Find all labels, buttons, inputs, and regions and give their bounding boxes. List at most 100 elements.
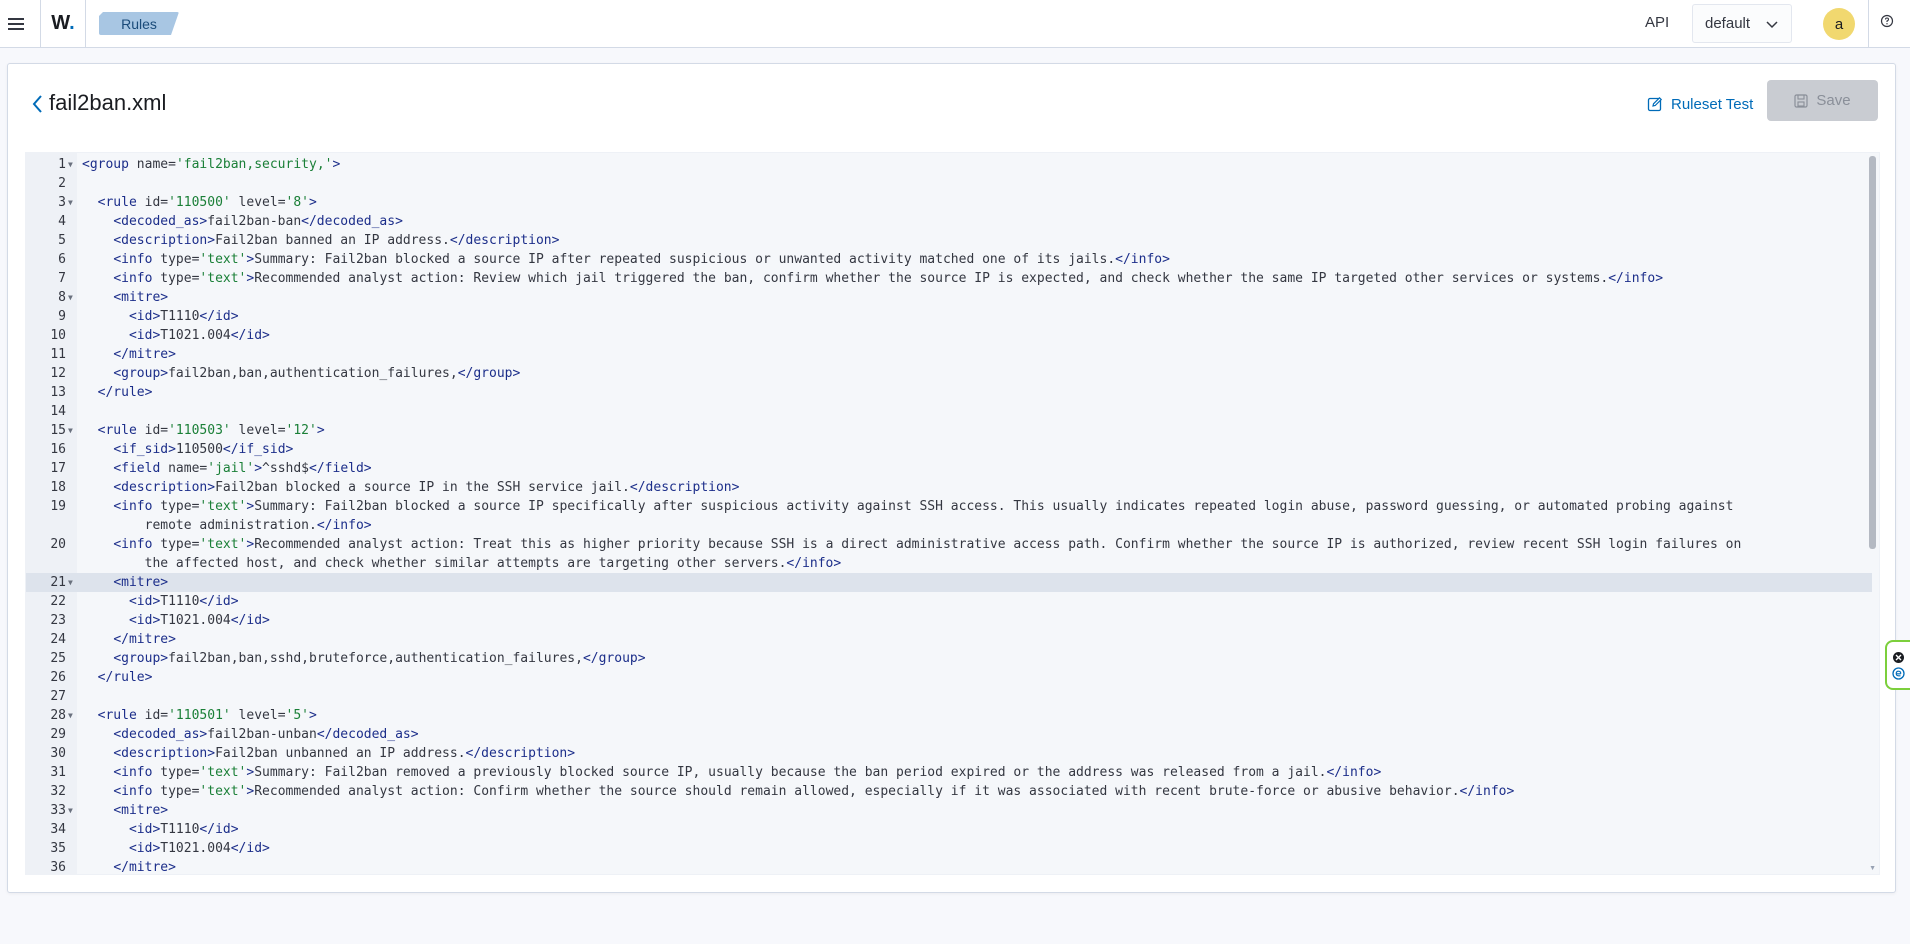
code-line[interactable]: 2 — [26, 174, 1872, 193]
code-token: type= — [160, 765, 200, 780]
code-line[interactable]: 20 <info type='text'>Recommended analyst… — [26, 535, 1872, 573]
scroll-down-icon[interactable]: ▼ — [1869, 865, 1876, 872]
code-line[interactable]: 16 <if_sid>110500</if_sid> — [26, 440, 1872, 459]
code-line[interactable]: 24 </mitre> — [26, 630, 1872, 649]
code-line[interactable]: 7 <info type='text'>Recommended analyst … — [26, 269, 1872, 288]
code-token: </decoded_as> — [301, 214, 403, 229]
code-line[interactable]: 30 <description>Fail2ban unbanned an IP … — [26, 744, 1872, 763]
rule-file-panel: fail2ban.xml Ruleset Test Save 1 ▼ <group … — [7, 63, 1896, 893]
code-line[interactable]: 34 <id>T1110</id> — [26, 820, 1872, 839]
chevron-left-icon[interactable] — [30, 92, 44, 116]
code-line[interactable]: 22 <id>T1110</id> — [26, 592, 1872, 611]
code-token: </mitre> — [113, 347, 176, 362]
user-avatar[interactable]: a — [1823, 8, 1855, 40]
code-line[interactable]: 32 <info type='text'>Recommended analyst… — [26, 782, 1872, 801]
code-line[interactable]: 26 </rule> — [26, 668, 1872, 687]
code-line[interactable]: 36 </mitre> — [26, 858, 1872, 874]
code-token: > — [254, 461, 263, 476]
code-line[interactable]: 33 ▼ <mitre> — [26, 801, 1872, 820]
code-line[interactable]: 6 <info type='text'>Summary: Fail2ban bl… — [26, 250, 1872, 269]
editor-scrollbar[interactable] — [1869, 156, 1876, 549]
code-token: <info — [113, 537, 161, 552]
code-line[interactable]: 18 <description>Fail2ban blocked a sourc… — [26, 478, 1872, 497]
code-token: level= — [230, 195, 286, 210]
code-token: <id> — [128, 309, 161, 324]
fold-arrow-icon[interactable]: ▼ — [66, 288, 77, 307]
code-line[interactable]: 5 <description>Fail2ban banned an IP add… — [26, 231, 1872, 250]
fold-arrow-icon[interactable]: ▼ — [66, 573, 77, 592]
close-circle-icon[interactable] — [1892, 651, 1905, 664]
code-line[interactable]: 23 <id>T1021.004</id> — [26, 611, 1872, 630]
code-line[interactable]: 8 ▼ <mitre> — [26, 288, 1872, 307]
fold-arrow-icon[interactable]: ▼ — [66, 421, 77, 440]
code-line[interactable]: 4 <decoded_as>fail2ban-ban</decoded_as> — [26, 212, 1872, 231]
code-token: <decoded_as> — [113, 214, 208, 229]
api-link[interactable]: API — [1645, 14, 1669, 31]
environment-select[interactable]: default — [1692, 4, 1792, 43]
code-line[interactable]: 14 — [26, 402, 1872, 421]
code-line[interactable]: 17 <field name='jail'>^sshd$</field> — [26, 459, 1872, 478]
code-line[interactable]: 1 ▼ <group name='fail2ban,security,'> — [26, 155, 1872, 174]
side-assistant-widget[interactable] — [1885, 640, 1910, 690]
breadcrumb-rules[interactable]: Rules — [99, 12, 179, 35]
code-text: <id>T1021.004</id> — [77, 611, 270, 630]
code-line[interactable]: 13 </rule> — [26, 383, 1872, 402]
help-circle-icon[interactable] — [1880, 14, 1898, 32]
code-line[interactable]: 11 </mitre> — [26, 345, 1872, 364]
code-token: ^sshd$ — [262, 461, 310, 476]
code-text: <id>T1110</id> — [77, 592, 239, 611]
code-line[interactable]: 21 ▼ <mitre> — [26, 573, 1872, 592]
code-line[interactable]: 27 — [26, 687, 1872, 706]
fold-arrow-icon[interactable]: ▼ — [66, 801, 77, 820]
code-token: <id> — [128, 822, 161, 837]
chevron-down-icon — [1766, 21, 1778, 29]
code-token: <id> — [128, 328, 161, 343]
code-line[interactable]: 19 <info type='text'>Summary: Fail2ban b… — [26, 497, 1872, 535]
code-line[interactable]: 15 ▼ <rule id='110503' level='12'> — [26, 421, 1872, 440]
app-logo[interactable]: W. — [40, 0, 86, 47]
code-text: </mitre> — [77, 858, 176, 874]
line-number: 28 — [50, 708, 66, 723]
save-button[interactable]: Save — [1767, 80, 1878, 121]
fold-arrow-icon[interactable]: ▼ — [66, 193, 77, 212]
fold-arrow-icon[interactable]: ▼ — [66, 155, 77, 174]
code-editor[interactable]: 1 ▼ <group name='fail2ban,security,'> 2 3 ▼ <… — [25, 152, 1880, 875]
code-line[interactable]: 9 <id>T1110</id> — [26, 307, 1872, 326]
code-line[interactable]: 35 <id>T1021.004</id> — [26, 839, 1872, 858]
code-line[interactable]: 12 <group>fail2ban,ban,authentication_fa… — [26, 364, 1872, 383]
code-line[interactable]: 10 <id>T1021.004</id> — [26, 326, 1872, 345]
hamburger-menu-icon[interactable] — [0, 0, 32, 47]
code-token: </description> — [449, 233, 560, 248]
code-line[interactable]: 29 <decoded_as>fail2ban-unban</decoded_a… — [26, 725, 1872, 744]
code-token: T1021.004 — [160, 613, 231, 628]
ruleset-test-button[interactable]: Ruleset Test — [1647, 92, 1753, 116]
line-number: 19 — [50, 499, 66, 514]
code-text: <rule id='110503' level='12'> — [77, 421, 325, 440]
code-text: <id>T1110</id> — [77, 307, 239, 326]
assistant-icon[interactable] — [1892, 666, 1905, 680]
code-token: <rule — [97, 708, 145, 723]
fold-arrow-icon[interactable]: ▼ — [66, 706, 77, 725]
code-line[interactable]: 25 <group>fail2ban,ban,sshd,bruteforce,a… — [26, 649, 1872, 668]
code-line[interactable]: 28 ▼ <rule id='110501' level='5'> — [26, 706, 1872, 725]
code-line[interactable]: 31 <info type='text'>Summary: Fail2ban r… — [26, 763, 1872, 782]
code-line[interactable]: 3 ▼ <rule id='110500' level='8'> — [26, 193, 1872, 212]
code-token: </mitre> — [113, 632, 176, 647]
